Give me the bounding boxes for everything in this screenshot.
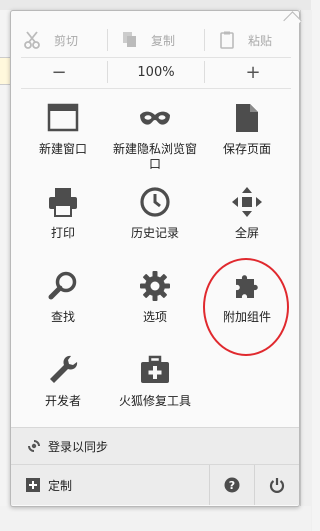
help-icon: ? — [224, 477, 240, 493]
printer-icon — [49, 188, 77, 217]
scissors-icon — [24, 31, 40, 49]
addons-highlight-circle — [203, 258, 289, 356]
new-private-window-button[interactable]: 新建隐私浏览窗口 — [109, 101, 201, 172]
svg-text:?: ? — [229, 479, 235, 492]
find-button[interactable]: 查找 — [17, 269, 109, 325]
options-button[interactable]: 选项 — [109, 269, 201, 325]
page-bottom — [0, 506, 311, 531]
panel-arrow — [283, 11, 302, 30]
copy-label: 复制 — [150, 33, 175, 48]
copy-icon — [123, 32, 136, 47]
quit-button[interactable] — [254, 465, 299, 505]
zoom-controls: − 100% + — [11, 61, 301, 83]
notification-strip — [0, 57, 10, 85]
sign-in-to-sync-button[interactable]: 登录以同步 — [11, 427, 299, 465]
edit-controls: 剪切 复制 粘贴 — [11, 29, 301, 51]
developer-label: 开发者 — [44, 394, 81, 408]
customize-label: 定制 — [48, 478, 73, 493]
find-label: 查找 — [50, 310, 75, 324]
developer-button[interactable]: 开发者 — [17, 353, 109, 409]
page-background — [300, 10, 312, 531]
zoom-out-button[interactable]: − — [11, 61, 107, 83]
print-label: 打印 — [50, 226, 75, 240]
customize-button[interactable]: 定制 — [26, 477, 209, 494]
firefox-repair-tool-label: 火狐修复工具 — [118, 394, 191, 408]
menu-footer: 定制 ? — [11, 465, 299, 505]
new-window-icon — [47, 103, 79, 132]
clipboard-icon — [220, 31, 234, 49]
help-button[interactable]: ? — [209, 465, 254, 505]
cut-button[interactable]: 剪切 — [11, 29, 107, 51]
copy-button[interactable]: 复制 — [107, 29, 204, 51]
print-button[interactable]: 打印 — [17, 185, 109, 241]
power-icon — [269, 478, 285, 493]
paste-button[interactable]: 粘贴 — [204, 29, 301, 51]
save-page-label: 保存页面 — [222, 142, 271, 156]
gear-icon — [140, 271, 170, 301]
wrench-icon — [50, 355, 78, 383]
clock-icon — [140, 187, 170, 217]
history-button[interactable]: 历史记录 — [109, 185, 201, 241]
zoom-in-button[interactable]: + — [204, 61, 301, 83]
cut-label: 剪切 — [53, 33, 78, 48]
paste-label: 粘贴 — [247, 33, 272, 48]
toolbox-icon — [141, 355, 169, 383]
sync-label: 登录以同步 — [48, 439, 109, 454]
new-private-window-label: 新建隐私浏览窗口 — [112, 142, 197, 171]
new-window-button[interactable]: 新建窗口 — [17, 101, 109, 157]
fullscreen-button[interactable]: 全屏 — [201, 185, 293, 241]
plus-box-icon — [26, 478, 40, 492]
divider — [21, 57, 291, 58]
browser-toolbar — [0, 0, 311, 10]
sync-icon — [28, 440, 40, 452]
zoom-reset-button[interactable]: 100% — [107, 61, 204, 83]
history-label: 历史记录 — [130, 226, 179, 240]
fullscreen-label: 全屏 — [234, 226, 259, 240]
new-window-label: 新建窗口 — [38, 142, 87, 156]
magnifier-icon — [48, 271, 77, 300]
hamburger-menu-panel: 剪切 复制 粘贴 − 100% + 新建窗口 新建隐私浏览窗口 保存页面 打印 … — [10, 10, 302, 507]
save-page-button[interactable]: 保存页面 — [201, 101, 293, 157]
private-mask-icon — [140, 111, 170, 125]
options-label: 选项 — [142, 310, 167, 324]
save-page-icon — [236, 104, 258, 132]
divider — [21, 88, 291, 89]
firefox-repair-tool-button[interactable]: 火狐修复工具 — [109, 353, 201, 409]
fullscreen-icon — [232, 187, 262, 217]
